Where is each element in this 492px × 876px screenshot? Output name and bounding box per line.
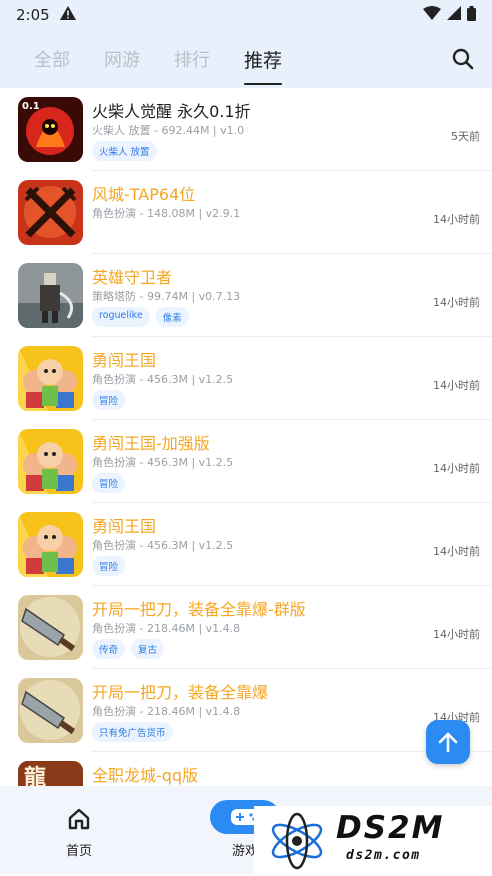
game-title: 勇闯王国-加强版: [92, 434, 210, 453]
game-list: 0.1 火柴人觉醒 永久0.1折 火柴人 放置 - 692.44M | v1.0…: [0, 88, 492, 786]
update-time: 14小时前: [433, 545, 480, 558]
warning-icon: [59, 6, 76, 24]
watermark-site: ds2m.com: [346, 848, 421, 863]
list-item[interactable]: 风城-TAP64位 角色扮演 - 148.08M | v2.9.1 14小时前: [0, 171, 492, 254]
list-item[interactable]: 勇闯王国 角色扮演 - 456.3M | v1.2.5 冒险 14小时前: [0, 503, 492, 586]
tab-bar: 全部 网游 排行 推荐: [0, 30, 492, 88]
tag-list: 冒险: [92, 473, 126, 493]
game-meta: 策略塔防 - 99.74M | v0.7.13: [92, 290, 241, 303]
tab-recommended[interactable]: 推荐: [244, 46, 283, 85]
tag-list: 传奇 复古: [92, 639, 165, 659]
tag-list: 火柴人 放置: [92, 141, 157, 161]
search-icon[interactable]: [452, 48, 474, 70]
game-tag[interactable]: roguelike: [92, 307, 150, 327]
list-item[interactable]: 勇闯王国-加强版 角色扮演 - 456.3M | v1.2.5 冒险 14小时前: [0, 420, 492, 503]
wifi-icon: [423, 6, 441, 24]
arrow-up-icon: [438, 732, 458, 753]
list-item[interactable]: 英雄守卫者 策略塔防 - 99.74M | v0.7.13 roguelike …: [0, 254, 492, 337]
game-tag[interactable]: 复古: [131, 639, 165, 659]
list-item[interactable]: 勇闯王国 角色扮演 - 456.3M | v1.2.5 冒险 14小时前: [0, 337, 492, 420]
game-meta: 角色扮演 - 456.3M | v1.2.5: [92, 539, 234, 552]
nav-home[interactable]: 首页: [66, 808, 92, 859]
game-title: 火柴人觉醒 永久0.1折: [92, 102, 251, 121]
game-title: 开局一把刀，装备全靠爆-群版: [92, 600, 306, 619]
update-time: 14小时前: [433, 379, 480, 392]
game-meta: 角色扮演 - 218.46M | v1.4.8: [92, 705, 241, 718]
svg-text:龍: 龍: [24, 765, 46, 786]
scroll-to-top-button[interactable]: [426, 720, 470, 764]
dragon-character-icon: 龍: [18, 761, 83, 786]
game-meta: 角色扮演 - 218.46M | v1.4.8: [92, 622, 241, 635]
game-title: 勇闯王国: [92, 517, 157, 536]
battery-icon: [467, 5, 476, 25]
update-time: 5天前: [451, 130, 480, 143]
game-title: 英雄守卫者: [92, 268, 173, 287]
status-time: 2:05: [16, 6, 50, 24]
game-tag[interactable]: 火柴人 放置: [92, 141, 157, 161]
watermark: DS2M ds2m.com: [254, 806, 492, 874]
cleaver-icon: [18, 678, 83, 743]
game-title: 风城-TAP64位: [92, 185, 196, 204]
update-time: 14小时前: [433, 628, 480, 641]
svg-text:0.1: 0.1: [22, 101, 40, 112]
cartoon-heroes-icon: [18, 512, 83, 577]
game-title: 全职龙城-qq版: [92, 766, 199, 785]
cartoon-heroes-icon: [18, 346, 83, 411]
list-item[interactable]: 龍 全职龙城-qq版: [0, 752, 492, 786]
status-bar: 2:05: [0, 0, 492, 30]
cartoon-heroes-icon: [18, 429, 83, 494]
tab-ranking[interactable]: 排行: [174, 46, 210, 72]
tag-list: roguelike 像素: [92, 307, 189, 327]
game-title: 勇闯王国: [92, 351, 157, 370]
game-tag[interactable]: 冒险: [92, 473, 126, 493]
nav-home-label: 首页: [66, 844, 93, 859]
game-meta: 角色扮演 - 148.08M | v2.9.1: [92, 207, 241, 220]
flame-hero-icon: 0.1: [18, 97, 83, 162]
cleaver-icon: [18, 595, 83, 660]
tag-list: 冒险: [92, 556, 126, 576]
game-meta: 角色扮演 - 456.3M | v1.2.5: [92, 373, 234, 386]
atom-logo-icon: [266, 810, 328, 876]
signal-icon: [447, 6, 461, 24]
update-time: 14小时前: [433, 296, 480, 309]
pixel-warrior-icon: [18, 263, 83, 328]
game-tag[interactable]: 只有免广告货币: [92, 722, 173, 742]
game-tag[interactable]: 传奇: [92, 639, 126, 659]
list-item[interactable]: 开局一把刀，装备全靠爆 角色扮演 - 218.46M | v1.4.8 只有免广…: [0, 669, 492, 752]
game-tag[interactable]: 冒险: [92, 556, 126, 576]
game-meta: 角色扮演 - 456.3M | v1.2.5: [92, 456, 234, 469]
list-item[interactable]: 0.1 火柴人觉醒 永久0.1折 火柴人 放置 - 692.44M | v1.0…: [0, 88, 492, 171]
tag-list: 只有免广告货币: [92, 722, 173, 742]
game-title: 开局一把刀，装备全靠爆: [92, 683, 269, 702]
watermark-brand: DS2M: [336, 810, 445, 846]
game-tag[interactable]: 像素: [155, 307, 189, 327]
list-item[interactable]: 开局一把刀，装备全靠爆-群版 角色扮演 - 218.46M | v1.4.8 传…: [0, 586, 492, 669]
crossed-swords-icon: [18, 180, 83, 245]
update-time: 14小时前: [433, 462, 480, 475]
home-icon: [68, 808, 90, 834]
tab-all[interactable]: 全部: [34, 46, 70, 72]
game-tag[interactable]: 冒险: [92, 390, 126, 410]
tab-online-games[interactable]: 网游: [104, 46, 140, 72]
game-meta: 火柴人 放置 - 692.44M | v1.0: [92, 124, 245, 137]
tag-list: 冒险: [92, 390, 126, 410]
update-time: 14小时前: [433, 213, 480, 226]
